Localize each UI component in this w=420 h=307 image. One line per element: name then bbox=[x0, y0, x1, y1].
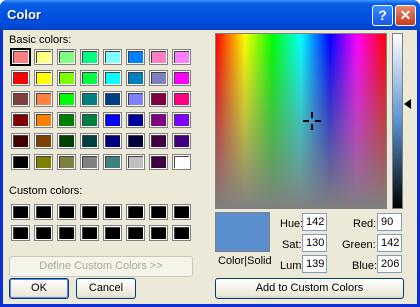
define-custom-colors-button[interactable]: Define Custom Colors >> bbox=[9, 256, 193, 277]
red-field[interactable]: 90 bbox=[377, 213, 402, 231]
luminosity-slider[interactable] bbox=[392, 33, 403, 209]
lum-label: Lum: bbox=[280, 260, 305, 272]
basic-color-swatch[interactable] bbox=[172, 112, 191, 128]
basic-color-swatch[interactable] bbox=[11, 112, 30, 128]
basic-color-swatch[interactable] bbox=[103, 133, 122, 149]
crosshair-icon bbox=[303, 112, 321, 130]
basic-color-swatch[interactable] bbox=[126, 154, 145, 170]
color-preview bbox=[215, 212, 270, 252]
basic-color-swatch[interactable] bbox=[11, 133, 30, 149]
basic-color-swatch[interactable] bbox=[57, 154, 76, 170]
custom-color-swatch[interactable] bbox=[149, 225, 168, 241]
custom-color-swatch[interactable] bbox=[80, 204, 99, 220]
basic-color-swatch[interactable] bbox=[80, 154, 99, 170]
basic-color-swatch[interactable] bbox=[10, 48, 31, 66]
custom-color-swatch[interactable] bbox=[172, 225, 191, 241]
custom-color-swatch[interactable] bbox=[103, 225, 122, 241]
basic-color-swatch[interactable] bbox=[126, 133, 145, 149]
custom-color-swatch[interactable] bbox=[11, 204, 30, 220]
basic-color-swatch[interactable] bbox=[126, 70, 145, 86]
custom-color-swatch[interactable] bbox=[103, 204, 122, 220]
basic-color-swatch[interactable] bbox=[11, 70, 30, 86]
color-dialog: Color ? ✕ Basic colors: Custom colors: D… bbox=[0, 0, 420, 307]
color-spectrum[interactable] bbox=[215, 33, 387, 209]
basic-color-swatch[interactable] bbox=[11, 91, 30, 107]
red-label: Red: bbox=[353, 218, 377, 230]
ok-button[interactable]: OK bbox=[9, 278, 69, 299]
basic-color-swatch[interactable] bbox=[172, 133, 191, 149]
green-label: Green: bbox=[342, 239, 376, 251]
basic-color-swatch[interactable] bbox=[149, 49, 168, 65]
custom-color-swatch[interactable] bbox=[80, 225, 99, 241]
custom-color-swatch[interactable] bbox=[126, 225, 145, 241]
luminosity-arrow-icon[interactable] bbox=[404, 99, 411, 109]
hue-field[interactable]: 142 bbox=[302, 213, 327, 231]
color-solid-label: Color|Solid bbox=[218, 255, 272, 267]
custom-color-swatch[interactable] bbox=[34, 204, 53, 220]
custom-color-swatch[interactable] bbox=[34, 225, 53, 241]
add-to-custom-colors-button[interactable]: Add to Custom Colors bbox=[215, 278, 404, 299]
basic-color-swatch[interactable] bbox=[126, 91, 145, 107]
close-button[interactable]: ✕ bbox=[395, 5, 416, 26]
basic-color-swatch[interactable] bbox=[103, 70, 122, 86]
green-field[interactable]: 142 bbox=[377, 234, 402, 252]
basic-color-swatch[interactable] bbox=[149, 70, 168, 86]
basic-color-swatch[interactable] bbox=[57, 112, 76, 128]
basic-color-swatch[interactable] bbox=[34, 112, 53, 128]
basic-color-swatch[interactable] bbox=[34, 49, 53, 65]
custom-color-swatch[interactable] bbox=[172, 204, 191, 220]
basic-color-swatch[interactable] bbox=[172, 91, 191, 107]
basic-color-swatch[interactable] bbox=[57, 49, 76, 65]
blue-label: Blue: bbox=[352, 260, 378, 272]
dialog-body: Basic colors: Custom colors: Define Cust… bbox=[3, 30, 417, 304]
help-button[interactable]: ? bbox=[372, 5, 393, 26]
basic-color-swatch[interactable] bbox=[103, 91, 122, 107]
basic-color-swatch[interactable] bbox=[80, 70, 99, 86]
lum-field[interactable]: 139 bbox=[302, 255, 327, 273]
basic-color-swatch[interactable] bbox=[34, 133, 53, 149]
basic-color-swatch[interactable] bbox=[126, 49, 145, 65]
basic-color-swatch[interactable] bbox=[34, 91, 53, 107]
basic-color-swatch[interactable] bbox=[149, 112, 168, 128]
custom-color-swatch[interactable] bbox=[57, 204, 76, 220]
basic-color-swatch[interactable] bbox=[80, 133, 99, 149]
basic-color-swatch[interactable] bbox=[57, 91, 76, 107]
basic-color-swatch[interactable] bbox=[11, 154, 30, 170]
custom-color-swatch[interactable] bbox=[149, 204, 168, 220]
basic-color-swatch[interactable] bbox=[172, 70, 191, 86]
title-bar[interactable]: Color ? ✕ bbox=[0, 0, 420, 30]
custom-color-swatch[interactable] bbox=[11, 225, 30, 241]
basic-color-swatch[interactable] bbox=[80, 112, 99, 128]
basic-color-swatch[interactable] bbox=[57, 133, 76, 149]
custom-colors-label: Custom colors: bbox=[9, 185, 83, 197]
basic-color-swatch[interactable] bbox=[80, 91, 99, 107]
basic-color-swatch[interactable] bbox=[172, 154, 191, 170]
custom-color-swatch[interactable] bbox=[126, 204, 145, 220]
basic-color-swatch[interactable] bbox=[80, 49, 99, 65]
basic-color-swatch[interactable] bbox=[34, 154, 53, 170]
basic-color-swatch[interactable] bbox=[103, 154, 122, 170]
hue-label: Hue: bbox=[280, 218, 304, 230]
sat-field[interactable]: 130 bbox=[302, 234, 327, 252]
basic-color-swatch[interactable] bbox=[103, 49, 122, 65]
basic-color-swatch[interactable] bbox=[57, 70, 76, 86]
basic-color-swatch[interactable] bbox=[149, 91, 168, 107]
basic-color-swatch[interactable] bbox=[34, 70, 53, 86]
sat-label: Sat: bbox=[282, 239, 302, 251]
cancel-button[interactable]: Cancel bbox=[76, 278, 136, 299]
basic-colors-label: Basic colors: bbox=[9, 34, 72, 46]
basic-color-swatch[interactable] bbox=[149, 154, 168, 170]
basic-color-swatch[interactable] bbox=[149, 133, 168, 149]
basic-color-swatch[interactable] bbox=[103, 112, 122, 128]
custom-color-swatch[interactable] bbox=[57, 225, 76, 241]
basic-color-swatch[interactable] bbox=[172, 49, 191, 65]
window-title: Color bbox=[7, 7, 41, 22]
basic-color-swatch[interactable] bbox=[126, 112, 145, 128]
blue-field[interactable]: 206 bbox=[377, 255, 402, 273]
